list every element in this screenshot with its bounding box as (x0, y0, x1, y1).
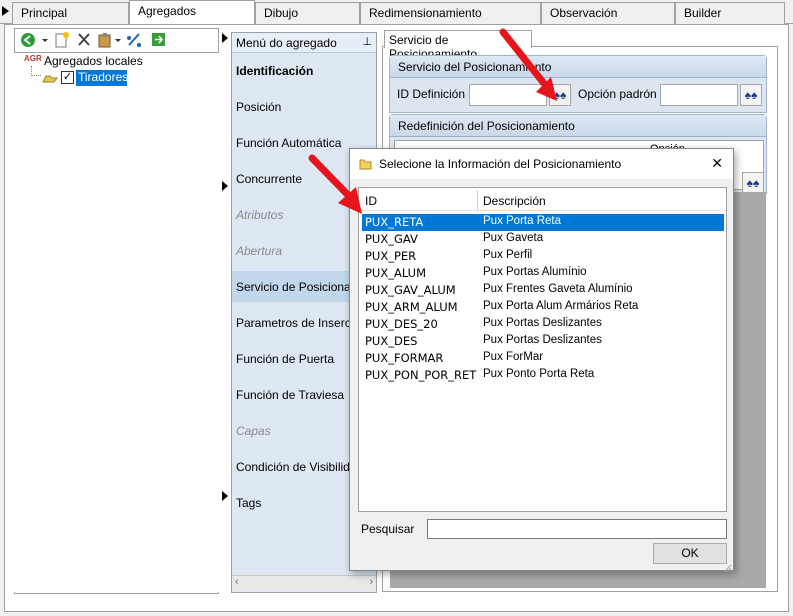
annotation-arrows (308, 28, 557, 214)
red-arrow-icon (499, 28, 557, 101)
red-arrow-icon (308, 154, 362, 214)
